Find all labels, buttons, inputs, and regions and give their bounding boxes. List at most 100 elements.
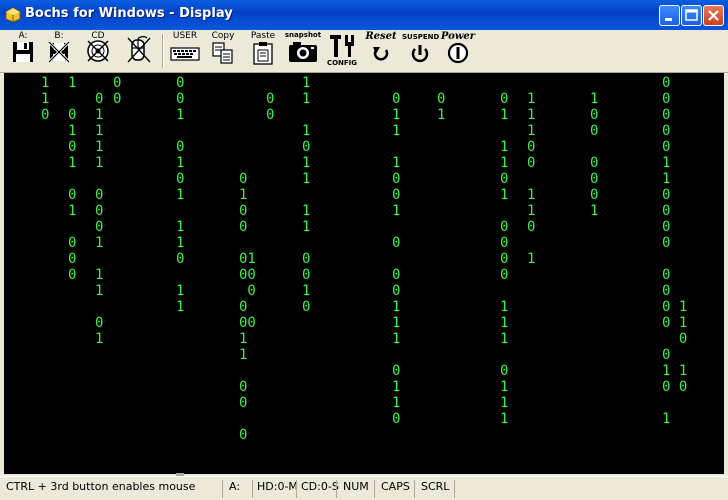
display-text: 1 [239, 331, 248, 347]
display-text: 1 [500, 315, 509, 331]
display-text: 0 [500, 91, 509, 107]
display-text: 0 [662, 347, 671, 363]
display-text: 1 [392, 123, 401, 139]
display-text: 0 [302, 251, 311, 267]
minimize-button[interactable] [659, 5, 680, 26]
display-text: 0 [302, 139, 311, 155]
display-text: 1 [527, 107, 536, 123]
power-button[interactable]: Power [440, 30, 476, 72]
display-text: 00 [239, 267, 256, 283]
display-text: 1 [95, 331, 104, 347]
floppy-b-button[interactable]: B: [44, 30, 74, 72]
display-text: 0 [266, 91, 275, 107]
camera-icon [289, 42, 317, 62]
suspend-icon [411, 45, 429, 63]
title-bar[interactable]: Bochs for Windows - Display [0, 0, 728, 30]
paste-icon [253, 42, 273, 65]
display-text: 0 [437, 91, 446, 107]
display-text: 1 [392, 395, 401, 411]
display-text: 1 [302, 91, 311, 107]
resize-grip[interactable] [176, 473, 184, 476]
display-text: 1 [392, 155, 401, 171]
display-text: 1 [41, 75, 50, 91]
display-text: 0 [527, 139, 536, 155]
status-floppy-a: A: [222, 480, 252, 498]
mouse-button[interactable] [122, 30, 154, 72]
reset-arrow-icon [373, 47, 389, 61]
status-num: NUM [336, 480, 374, 498]
display-text: 0 [95, 219, 104, 235]
display-text: 1 [392, 299, 401, 315]
copy-button[interactable]: Copy [208, 30, 238, 72]
display-text: 1 [527, 251, 536, 267]
display-text: 1 [662, 411, 671, 427]
display-text: 0 [176, 75, 185, 91]
display-text: 1 [527, 91, 536, 107]
display-text: 0 [68, 251, 77, 267]
display-text: 1 [95, 123, 104, 139]
display-text: 0 [590, 155, 599, 171]
display-text: 1 [500, 411, 509, 427]
display-text: 1 [95, 155, 104, 171]
display-text: 0 [68, 139, 77, 155]
display-text: 0 [176, 91, 185, 107]
emulator-display[interactable]: 1101010101000011110001110100001010111011… [4, 73, 724, 474]
display-text: 0 [662, 331, 688, 347]
display-text: 1 [239, 347, 248, 363]
display-text: 0 [392, 187, 401, 203]
display-text: 1 [68, 75, 77, 91]
display-text: 1 [302, 171, 311, 187]
display-text: 0 [662, 107, 671, 123]
toolbar: A: B: CD USER Copy Paste snapshot CONFIG… [0, 30, 728, 73]
suspend-button[interactable]: SUSPEND [402, 30, 439, 72]
display-text: 0 [41, 107, 50, 123]
display-text: 1 [590, 203, 599, 219]
display-text: 0 [113, 75, 122, 91]
display-text: 1 [68, 123, 77, 139]
display-text: 0 [392, 363, 401, 379]
display-text: 0 [527, 155, 536, 171]
config-button[interactable]: CONFIG [326, 30, 358, 72]
display-text: 0 0 [662, 379, 688, 395]
display-text: 0 [500, 171, 509, 187]
display-text: 0 [662, 187, 671, 203]
display-text: 0 [500, 235, 509, 251]
reset-button[interactable]: Reset [364, 30, 398, 72]
display-text: 0 [662, 139, 671, 155]
display-text: 0 [266, 107, 275, 123]
display-text: 1 [95, 283, 104, 299]
paste-button[interactable]: Paste [248, 30, 278, 72]
display-text: 0 [662, 203, 671, 219]
user-button[interactable]: USER [168, 30, 202, 72]
snapshot-button[interactable]: snapshot [284, 30, 322, 72]
display-text: 1 [95, 267, 104, 283]
floppy-disk-icon [13, 42, 33, 62]
cdrom-button[interactable]: CD [82, 30, 114, 72]
display-text: 0 [68, 187, 77, 203]
display-text: 0 [239, 427, 248, 443]
display-text: 0 [662, 235, 671, 251]
display-text: 1 [500, 107, 509, 123]
display-text: 0 [500, 219, 509, 235]
status-hd: HD:0-M [252, 480, 298, 498]
floppy-a-button[interactable]: A: [8, 30, 38, 72]
display-text: 0 [239, 395, 248, 411]
display-text: 1 [392, 331, 401, 347]
display-text: 1 [500, 187, 509, 203]
display-text: 1 [590, 91, 599, 107]
display-text: 0 [95, 203, 104, 219]
display-text: 1 [302, 123, 311, 139]
close-button[interactable] [703, 5, 724, 26]
display-text: 0 [662, 283, 671, 299]
display-text: 0 [590, 123, 599, 139]
display-text: 0 [662, 91, 671, 107]
display-text: 1 [662, 171, 671, 187]
display-text: 0 [239, 379, 248, 395]
display-text: 0 [68, 107, 77, 123]
display-text: 1 [176, 283, 185, 299]
display-text: 1 [302, 75, 311, 91]
display-text: 1 [392, 379, 401, 395]
display-text: 0 [500, 363, 509, 379]
display-text: 0 [95, 315, 104, 331]
maximize-button[interactable] [681, 5, 702, 26]
